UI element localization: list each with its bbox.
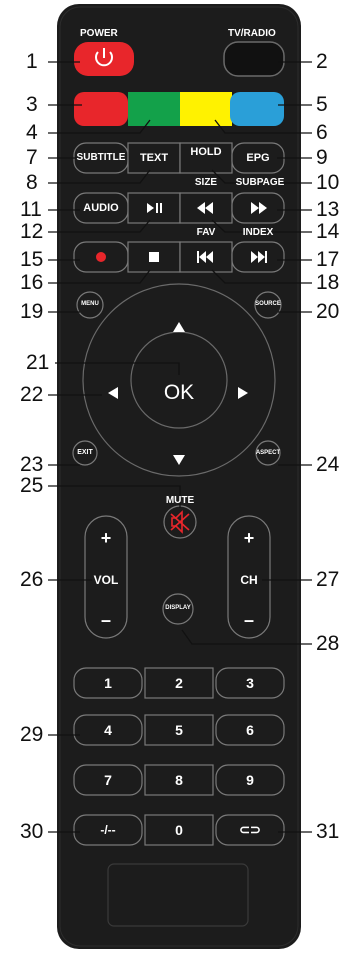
callout-31: 31 xyxy=(316,820,340,843)
tvradio-label: TV/RADIO xyxy=(228,28,276,39)
exit-label: EXIT xyxy=(77,449,93,456)
subtitle-label: SUBTITLE xyxy=(76,152,126,163)
callout-20: 20 xyxy=(316,300,340,323)
callout-14: 14 xyxy=(316,220,340,243)
callout-7: 7 xyxy=(26,146,38,169)
ok-label: OK xyxy=(163,381,195,404)
callout-27: 27 xyxy=(316,568,340,591)
callout-28: 28 xyxy=(316,632,340,655)
callout-17: 17 xyxy=(316,248,340,271)
callout-19: 19 xyxy=(20,300,44,323)
callout-15: 15 xyxy=(20,248,44,271)
callout-22: 22 xyxy=(20,383,44,406)
callout-1: 1 xyxy=(26,50,38,73)
source-label: SOURCE xyxy=(255,301,281,307)
callout-23: 23 xyxy=(20,453,44,476)
callout-25: 25 xyxy=(20,474,44,497)
menu-label: MENU xyxy=(81,301,99,307)
ir-window xyxy=(107,863,249,927)
callout-4: 4 xyxy=(26,121,38,144)
callout-11: 11 xyxy=(20,198,42,221)
callout-30: 30 xyxy=(20,820,44,843)
ch-minus-label: – xyxy=(243,610,254,630)
key-8-label: 8 xyxy=(175,772,183,788)
callout-12: 12 xyxy=(20,220,44,243)
yellow-button[interactable] xyxy=(180,92,232,126)
index-label: INDEX xyxy=(242,227,274,238)
callout-29: 29 xyxy=(20,723,44,746)
key-7-label: 7 xyxy=(104,772,112,788)
key-5-label: 5 xyxy=(175,722,183,738)
key-4-label: 4 xyxy=(104,722,112,738)
power-label: POWER xyxy=(80,28,118,39)
blue-button[interactable] xyxy=(230,92,284,126)
aspect-label: ASPECT xyxy=(255,450,281,456)
vol-label: VOL xyxy=(93,573,119,587)
callout-13: 13 xyxy=(316,198,340,221)
stop-icon xyxy=(149,252,159,262)
ch-label: CH xyxy=(240,573,258,587)
fav-label: FAV xyxy=(196,227,216,238)
vol-minus-label: – xyxy=(100,610,111,630)
ok-button[interactable] xyxy=(130,331,228,429)
remote-diagram: POWER TV/RADIO SUBTITLE TEXT HOLD EPG SI… xyxy=(0,0,352,951)
epg-label: EPG xyxy=(246,152,270,164)
remote-svg xyxy=(48,4,312,949)
key-3-label: 3 xyxy=(246,675,254,691)
key-dash-label: -/-- xyxy=(100,823,116,837)
subpage-label: SUBPAGE xyxy=(235,177,285,188)
green-button[interactable] xyxy=(128,92,180,126)
red-button[interactable] xyxy=(74,92,128,126)
vol-plus-label: + xyxy=(100,528,112,548)
audio-label: AUDIO xyxy=(83,202,119,214)
callout-3: 3 xyxy=(26,93,38,116)
callout-2: 2 xyxy=(316,50,328,73)
callout-6: 6 xyxy=(316,121,328,144)
tvradio-button[interactable] xyxy=(223,41,285,77)
callout-21: 21 xyxy=(26,351,50,374)
size-label: SIZE xyxy=(194,177,218,188)
callout-9: 9 xyxy=(316,146,328,169)
text-label: TEXT xyxy=(139,152,169,164)
key-2-label: 2 xyxy=(175,675,183,691)
key-recall-label: ⊂⊃ xyxy=(239,822,261,837)
key-1-label: 1 xyxy=(104,675,112,691)
record-icon xyxy=(96,252,106,262)
callout-5: 5 xyxy=(316,93,328,116)
callout-18: 18 xyxy=(316,271,340,294)
callout-26: 26 xyxy=(20,568,44,591)
ch-plus-label: + xyxy=(243,528,255,548)
key-6-label: 6 xyxy=(246,722,254,738)
key-0-label: 0 xyxy=(175,822,183,838)
mute-label: MUTE xyxy=(165,495,195,506)
callout-24: 24 xyxy=(316,453,340,476)
power-button[interactable] xyxy=(74,42,134,76)
callout-10: 10 xyxy=(316,171,340,194)
display-label: DISPLAY xyxy=(165,605,191,611)
key-9-label: 9 xyxy=(246,772,254,788)
callout-16: 16 xyxy=(20,271,44,294)
hold-label: HOLD xyxy=(190,146,222,158)
callout-8: 8 xyxy=(26,171,38,194)
